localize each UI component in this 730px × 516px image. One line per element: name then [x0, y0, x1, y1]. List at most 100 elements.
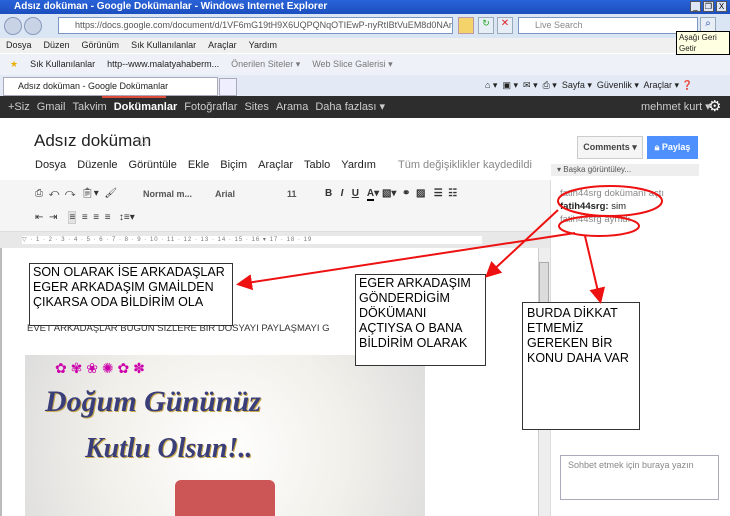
docmenu-tools[interactable]: Araçlar [258, 159, 293, 171]
browser-tab[interactable]: Adsız doküman - Google Dokümanlar [3, 77, 218, 96]
restore-button[interactable]: ❐ [703, 1, 714, 12]
ruler-scale[interactable]: ▽ · 1 · 2 · 3 · 4 · 5 · 6 · 7 · 8 · 9 · … [22, 236, 482, 244]
docmenu-file[interactable]: Dosya [35, 159, 66, 171]
docs-menubar: Dosya Düzenle Görüntüle Ekle Biçim Araçlar Tab… [35, 159, 543, 171]
line-spacing-icon[interactable]: ↕≡▾ [119, 212, 135, 223]
print-icon[interactable]: ⎙ [35, 188, 43, 199]
justify-icon[interactable]: ≡ [105, 212, 111, 223]
google-bar: +Siz Gmail Takvim Dokümanlar Fotoğraflar Site… [0, 96, 730, 118]
menu-duzen[interactable]: Düzen [44, 40, 70, 50]
share-label: Paylaş [661, 142, 691, 152]
paint-format-icon[interactable]: 🖌︎ [104, 188, 117, 199]
style-select[interactable]: Normal m... [143, 187, 192, 201]
underline-icon[interactable]: U [352, 188, 359, 199]
safety-menu[interactable]: Güvenlik ▾ [597, 80, 639, 90]
search-input[interactable]: Live Search [518, 17, 698, 34]
share-button[interactable]: 🔒︎ Paylaş [647, 136, 698, 159]
increase-indent-icon[interactable]: ⇥ [49, 212, 57, 223]
home-icon[interactable]: ⌂ ▾ [485, 80, 497, 90]
clipboard-icon[interactable]: 📋︎▾ [81, 188, 99, 199]
new-tab-button[interactable] [219, 78, 237, 96]
user-menu[interactable]: mehmet kurt ▾ [641, 96, 711, 118]
docmenu-help[interactable]: Yardım [341, 159, 376, 171]
align-center-icon[interactable]: ≡ [82, 212, 88, 223]
italic-icon[interactable]: I [341, 188, 344, 199]
mail-icon[interactable]: ✉ ▾ [523, 80, 538, 90]
docmenu-table[interactable]: Tablo [304, 159, 330, 171]
annotation-box-1: SON OLARAK İSE ARKADAŞLAR EGER ARKADAŞIM… [29, 263, 233, 326]
birthday-card-image: ✿ ✾ ❀ ✺ ✿ ✽ Doğum Gününüz Kutlu Olsun!.. [25, 355, 425, 516]
browser-menubar: Dosya Düzen Görünüm Sık Kullanılanlar Araçla… [0, 38, 730, 53]
bullet-list-icon[interactable]: ☷ [448, 188, 457, 199]
gbar-photos[interactable]: Fotoğraflar [184, 101, 237, 113]
gbar-search[interactable]: Arama [276, 101, 308, 113]
gear-icon[interactable]: ⚙ [708, 96, 721, 118]
stop-icon[interactable]: ✕ [497, 17, 513, 34]
forward-icon[interactable] [24, 17, 42, 35]
page-menu[interactable]: Sayfa ▾ [562, 80, 592, 90]
flowers-decoration: ✿ ✾ ❀ ✺ ✿ ✽ [55, 360, 145, 376]
card-line-2: Kutlu Olsun!.. [85, 433, 253, 464]
save-status: Tüm değişiklikler kaydedildi [398, 159, 532, 171]
star-icon[interactable]: ☆ [136, 131, 150, 151]
docmenu-insert[interactable]: Ekle [188, 159, 209, 171]
decrease-indent-icon[interactable]: ⇤ [35, 212, 43, 223]
command-bar: ⌂ ▾ ▣ ▾ ✉ ▾ ⎙ ▾ Sayfa ▾ Güvenlik ▾ Araçl… [485, 78, 693, 92]
undo-icon[interactable]: ↶ [49, 188, 60, 199]
suggested-sites[interactable]: Önerilen Siteler ▾ [231, 59, 300, 69]
redo-icon[interactable]: ↷ [65, 188, 76, 199]
other-viewers-toggle[interactable]: ▾ Başka görüntüley... [551, 164, 699, 176]
gbar-more[interactable]: Daha fazlası ▾ [315, 101, 385, 113]
fav-link[interactable]: http--www.malatyahaberm... [107, 59, 219, 69]
docmenu-edit[interactable]: Düzenle [77, 159, 117, 171]
lock-icon[interactable] [458, 17, 474, 34]
web-slice[interactable]: Web Slice Galerisi ▾ [312, 59, 392, 69]
print-icon[interactable]: ⎙ ▾ [543, 80, 557, 90]
gbar-sites[interactable]: Sites [244, 101, 268, 113]
align-right-icon[interactable]: ≡ [93, 212, 99, 223]
comments-button[interactable]: Comments ▾ [577, 136, 643, 159]
chat-user: fatih44srg: [560, 201, 609, 212]
size-select[interactable]: 11 [287, 187, 297, 201]
menu-tools[interactable]: Araçlar [208, 40, 237, 50]
address-input[interactable]: https://docs.google.com/document/d/1VF6m… [58, 17, 453, 34]
align-left-icon[interactable]: ≡ [68, 211, 77, 224]
bold-icon[interactable]: B [325, 188, 332, 199]
window-title: Adsız doküman - Google Dokümanlar - Wind… [0, 0, 730, 14]
favorites-bar: ★ Sık Kullanılanlar http--www.malatyahaber… [0, 54, 730, 75]
document-title[interactable]: Adsız doküman [34, 131, 151, 151]
text-color-icon[interactable]: A [366, 188, 375, 201]
docmenu-view[interactable]: Görüntüle [129, 159, 177, 171]
card-line-1: Doğum Gününüz [45, 385, 261, 418]
annotation-box-3: BURDA DİKKAT ETMEMİZ GEREKEN BİR KONU DA… [522, 302, 640, 430]
minimize-button[interactable]: _ [690, 1, 701, 12]
menu-dosya[interactable]: Dosya [6, 40, 32, 50]
highlight-icon[interactable]: ▧▾ [382, 188, 396, 199]
font-select[interactable]: Arial [215, 187, 235, 201]
gbar-docs[interactable]: Dokümanlar [114, 101, 178, 113]
tools-menu[interactable]: Araçlar ▾ [643, 80, 679, 90]
feed-icon[interactable]: ▣ ▾ [502, 80, 518, 90]
image-icon[interactable]: ▨ [416, 188, 425, 199]
menu-help[interactable]: Yardım [249, 40, 277, 50]
chat-text: sim [608, 201, 626, 212]
star-icon: ★ [10, 59, 19, 69]
help-icon[interactable]: ❓ [682, 80, 693, 90]
close-button[interactable]: X [716, 1, 727, 12]
chat-message: fatih44srg ayrıldı [560, 214, 631, 225]
gbar-plus[interactable]: +Siz [8, 101, 30, 113]
chat-message: fatih44srg: sim [560, 201, 626, 212]
active-indicator [102, 96, 166, 98]
docmenu-format[interactable]: Biçim [220, 159, 247, 171]
chat-input[interactable]: Sohbet etmek için buraya yazın [560, 455, 719, 500]
numbered-list-icon[interactable]: ☰ [434, 188, 443, 199]
menu-favorites[interactable]: Sık Kullanılanlar [131, 40, 196, 50]
back-icon[interactable] [4, 17, 22, 35]
link-icon[interactable]: ⚭ [402, 188, 410, 199]
gbar-calendar[interactable]: Takvim [72, 101, 106, 113]
favorites-button[interactable]: Sık Kullanılanlar [30, 59, 95, 69]
annotation-box-2: EGER ARKADAŞIM GÖNDERDİGİM DÖKÜMANI AÇTI… [355, 274, 486, 366]
menu-gorunum[interactable]: Görünüm [82, 40, 120, 50]
gbar-gmail[interactable]: Gmail [37, 101, 66, 113]
refresh-icon[interactable]: ↻ [478, 17, 494, 34]
